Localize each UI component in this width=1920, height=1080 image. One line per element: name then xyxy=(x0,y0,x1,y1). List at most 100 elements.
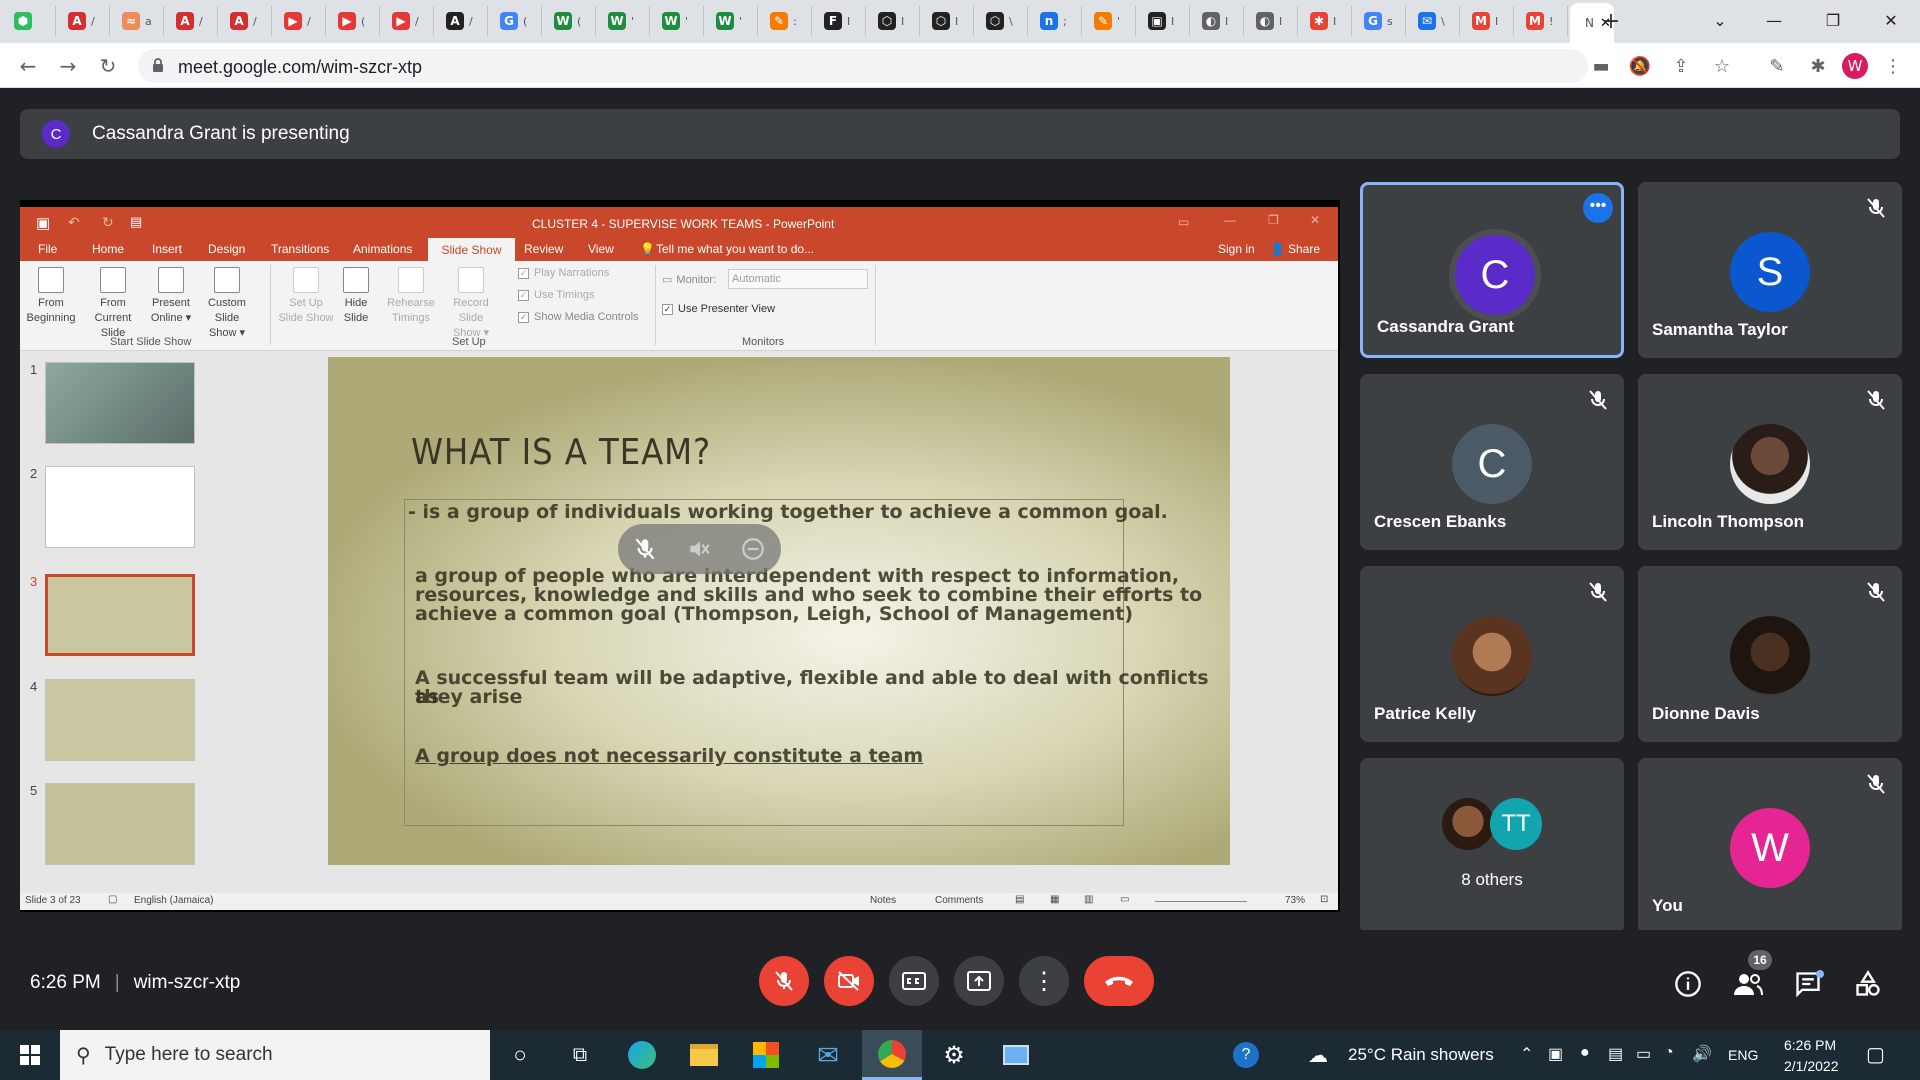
present-online-button[interactable]: Present Online ▾ xyxy=(140,265,202,326)
ribbon-display-icon[interactable]: ▭ xyxy=(1178,215,1189,229)
browser-tab[interactable]: ▶( xyxy=(328,6,380,36)
browser-tab[interactable]: ≈ a xyxy=(112,6,164,36)
weather-text[interactable]: 25°C Rain showers xyxy=(1348,1045,1494,1065)
tab-design[interactable]: Design xyxy=(208,242,245,256)
captions-button[interactable] xyxy=(889,956,939,1006)
tile-samantha-taylor[interactable]: S Samantha Taylor xyxy=(1638,182,1902,358)
from-beginning-button[interactable]: From Beginning xyxy=(20,265,82,326)
browser-tab[interactable]: M! xyxy=(1516,6,1568,36)
omnibox[interactable]: meet.google.com/wim-szcr-xtp xyxy=(138,49,1588,83)
tile-lincoln-thompson[interactable]: Lincoln Thompson xyxy=(1638,374,1902,550)
tell-me-box[interactable]: Tell me what you want to do... xyxy=(656,242,814,256)
ppt-minimize[interactable]: — xyxy=(1224,213,1236,227)
task-view-icon[interactable]: ⧉ xyxy=(562,1039,598,1071)
browser-tab[interactable]: ✎: xyxy=(760,6,812,36)
mail-icon[interactable]: ✉ xyxy=(810,1039,846,1071)
microphone-tray-icon[interactable]: ● xyxy=(1580,1044,1590,1062)
new-tab-button[interactable]: + xyxy=(1594,5,1628,37)
file-explorer-icon[interactable] xyxy=(686,1039,722,1071)
extensions-icon[interactable]: ✱ xyxy=(1805,53,1831,79)
tile-you[interactable]: W You xyxy=(1638,758,1902,934)
app-window-icon[interactable] xyxy=(998,1039,1034,1071)
slide-thumb-5[interactable] xyxy=(45,783,195,865)
bookmark-star-icon[interactable]: ☆ xyxy=(1709,53,1735,79)
clock-date[interactable]: 2/1/2022 xyxy=(1784,1058,1839,1074)
browser-tab[interactable]: A / xyxy=(166,6,218,36)
ppt-restore[interactable]: ❐ xyxy=(1268,213,1279,227)
custom-show-button[interactable]: Custom Slide Show ▾ xyxy=(196,265,258,341)
ppt-close[interactable]: ✕ xyxy=(1310,213,1320,227)
clock-time[interactable]: 6:26 PM xyxy=(1784,1037,1836,1053)
sign-in-link[interactable]: Sign in xyxy=(1218,242,1255,256)
slide-thumb-4[interactable] xyxy=(45,679,195,761)
fit-slide-icon[interactable]: ⊡ xyxy=(1320,894,1328,905)
notifications-off-icon[interactable]: 🔕 xyxy=(1627,53,1653,79)
browser-tab[interactable]: A / xyxy=(58,6,110,36)
tray-expand-icon[interactable]: ⌃ xyxy=(1520,1044,1533,1064)
activities-button[interactable] xyxy=(1852,968,1884,1000)
browser-tab[interactable]: W ' xyxy=(706,6,758,36)
browser-tab[interactable]: W ' xyxy=(652,6,704,36)
share-button[interactable]: Share xyxy=(1288,242,1320,256)
store-icon[interactable] xyxy=(748,1039,784,1071)
record-button[interactable]: Record Slide Show ▾ xyxy=(440,265,502,341)
notes-button[interactable]: Notes xyxy=(870,895,896,906)
presenter-view-checkbox[interactable]: ✓ Use Presenter View xyxy=(662,303,775,315)
leave-call-button[interactable] xyxy=(1084,956,1154,1006)
more-options-button[interactable]: ⋮ xyxy=(1019,956,1069,1006)
rehearse-button[interactable]: Rehearse Timings xyxy=(380,265,442,326)
reading-view-icon[interactable]: ▥ xyxy=(1084,894,1093,905)
share-icon[interactable]: ⇪ xyxy=(1668,53,1694,79)
browser-tab[interactable]: A / xyxy=(436,6,488,36)
meeting-details-button[interactable] xyxy=(1672,968,1704,1000)
network-icon[interactable]: ▤ xyxy=(1608,1044,1623,1064)
tab-slide-show[interactable]: Slide Show xyxy=(428,238,515,261)
edge-icon[interactable] xyxy=(624,1039,660,1071)
browser-tab[interactable]: ⬡ I xyxy=(868,6,920,36)
tile-crescen-ebanks[interactable]: C Crescen Ebanks xyxy=(1360,374,1624,550)
browser-tab[interactable]: ▶ / xyxy=(382,6,434,36)
tab-transitions[interactable]: Transitions xyxy=(271,242,329,256)
spellcheck-icon[interactable]: ▢ xyxy=(108,894,117,905)
slide-thumb-3[interactable] xyxy=(45,574,195,656)
slide-thumb-1[interactable] xyxy=(45,362,195,444)
undo-icon[interactable]: ↶ xyxy=(68,214,80,231)
redo-icon[interactable]: ↻ xyxy=(102,214,114,231)
sorter-view-icon[interactable]: ▦ xyxy=(1050,894,1059,905)
browser-tab[interactable]: Gs xyxy=(1354,6,1406,36)
help-icon[interactable]: ? xyxy=(1228,1039,1264,1071)
tab-animations[interactable]: Animations xyxy=(353,242,412,256)
tile-patrice-kelly[interactable]: Patrice Kelly xyxy=(1360,566,1624,742)
zoom-level[interactable]: 73% xyxy=(1285,895,1305,906)
browser-tab[interactable]: ⬢ xyxy=(4,6,56,36)
chrome-taskbar-button[interactable] xyxy=(862,1030,922,1080)
tab-home[interactable]: Home xyxy=(92,242,124,256)
browser-tab[interactable]: A / xyxy=(220,6,272,36)
browser-tab[interactable]: G( xyxy=(490,6,542,36)
browser-tab[interactable]: n; xyxy=(1030,6,1082,36)
normal-view-icon[interactable]: ▤ xyxy=(1015,894,1024,905)
browser-menu-icon[interactable]: ⋮ xyxy=(1880,53,1906,79)
browser-tab[interactable]: W ' xyxy=(598,6,650,36)
hide-slide-button[interactable]: Hide Slide xyxy=(325,265,387,326)
browser-tab[interactable]: ⬡ \ xyxy=(976,6,1028,36)
notification-center-icon[interactable]: ▢ xyxy=(1866,1042,1885,1067)
camera-blocked-icon[interactable]: ▬ xyxy=(1588,53,1614,79)
taskbar-search-box[interactable]: ⚲ Type here to search xyxy=(60,1030,490,1080)
zoom-slider[interactable] xyxy=(1155,901,1247,902)
tray-app-icon[interactable]: ▣ xyxy=(1548,1044,1563,1064)
slideshow-view-icon[interactable]: ▭ xyxy=(1120,894,1129,905)
play-narrations-checkbox[interactable]: ✓ Play Narrations xyxy=(518,267,609,279)
cortana-icon[interactable]: ○ xyxy=(502,1039,538,1071)
language-indicator[interactable]: ENG xyxy=(1728,1047,1758,1063)
monitor-select[interactable]: Automatic xyxy=(728,269,868,289)
show-media-checkbox[interactable]: ✓ Show Media Controls xyxy=(518,311,639,323)
tab-insert[interactable]: Insert xyxy=(152,242,182,256)
browser-tab[interactable]: ✎ ' xyxy=(1084,6,1136,36)
reload-button[interactable]: ↻ xyxy=(92,50,124,82)
browser-tab[interactable]: ◐ I xyxy=(1192,6,1244,36)
tab-view[interactable]: View xyxy=(588,242,614,256)
browser-tab[interactable]: ⬡ I xyxy=(922,6,974,36)
start-button[interactable] xyxy=(12,1039,48,1071)
wifi-icon[interactable]: ◔ xyxy=(1664,1044,1674,1062)
